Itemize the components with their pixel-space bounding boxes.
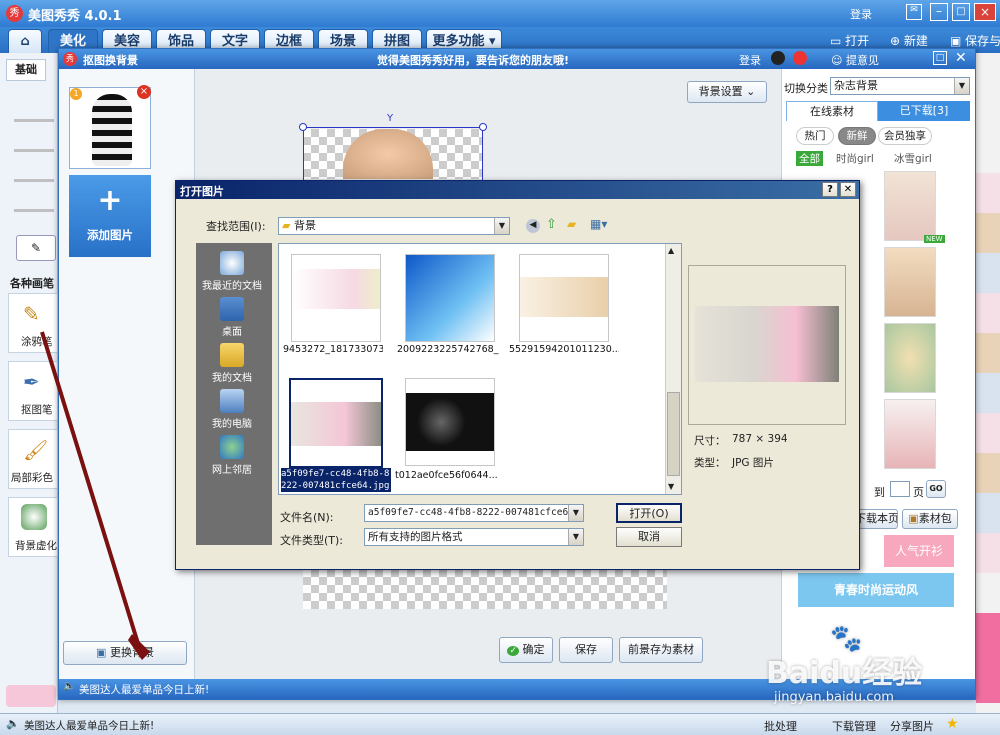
blue-wave-preview [406,255,494,341]
scroll-up-icon[interactable]: ▲ [668,246,674,255]
file-thumb[interactable] [405,378,495,466]
file-label[interactable]: t012ae0fce56f0644... [395,470,501,481]
dialog-titlebar: 打开图片 ? ✕ [176,181,859,199]
watermark-brand: Baidu经验 [766,656,923,691]
dialog-close-button[interactable]: ✕ [840,182,856,197]
place-desktop[interactable]: 桌面 [196,297,268,338]
type-label: 类型： [694,457,726,469]
filename-label: 文件名(N): [280,511,334,524]
new-folder-icon[interactable]: ▰ [567,217,576,231]
baidu-watermark: 🐾 Baidu经验 jingyan.baidu.com [766,624,966,714]
filename-combo[interactable]: a5f09fe7-cc48-4fb8-8222-007481cfce64.jpg… [364,504,584,522]
network-icon [220,435,244,459]
file-label[interactable]: 2009223225742768_... [397,344,499,355]
folder-icon: ▰ [282,219,291,232]
filetype-select[interactable]: 所有支持的图片格式 ▼ [364,528,584,546]
scroll-down-icon[interactable]: ▼ [668,482,674,491]
cancel-file-button[interactable]: 取消 [616,527,682,547]
size-label: 尺寸： [694,435,726,447]
place-my-computer[interactable]: 我的电脑 [196,389,268,430]
place-documents-label: 我的文档 [212,373,252,384]
place-desktop-label: 桌面 [222,327,242,338]
cherry-blossom-preview [292,269,380,309]
file-thumb-selected[interactable] [289,378,383,468]
up-folder-icon[interactable]: ⇧ [546,217,557,232]
help-button[interactable]: ? [822,182,838,197]
filetype-value: 所有支持的图片格式 [368,531,463,543]
file-label[interactable]: 9453272_181733073... [283,344,383,355]
desktop-icon [220,297,244,321]
dark-moon-preview [406,393,494,451]
place-computer-label: 我的电脑 [212,419,252,430]
file-thumb[interactable] [519,254,609,342]
file-thumb[interactable] [291,254,381,342]
my-computer-icon [220,389,244,413]
place-network[interactable]: 网上邻居 [196,435,268,476]
dialog-title: 打开图片 [180,185,224,198]
preview-image [695,306,839,382]
file-label[interactable]: 55291594201011230... [509,344,619,355]
preview-pane [688,265,846,425]
chevron-down-icon: ▼ [568,505,583,521]
look-in-select[interactable]: ▰ 背景 ▼ [278,217,510,235]
places-bar: 我最近的文档 桌面 我的文档 我的电脑 网上邻居 [196,243,272,545]
place-network-label: 网上邻居 [212,465,252,476]
recent-docs-icon [220,251,244,275]
look-in-label: 查找范围(I): [206,220,266,233]
open-image-dialog: 打开图片 ? ✕ 查找范围(I): ▰ 背景 ▼ ◀ ⇧ ▰ ▦▾ 我最近的文档 … [175,180,860,570]
ink-landscape-preview [291,402,381,446]
file-thumb[interactable] [405,254,495,342]
chevron-down-icon: ▼ [568,529,583,545]
file-list-scrollbar[interactable]: ▲ ▼ [665,244,681,494]
my-documents-icon [220,343,244,367]
place-recent[interactable]: 我最近的文档 [196,251,268,292]
type-value: JPG 图片 [732,457,774,469]
filetype-label: 文件类型(T): [280,534,344,547]
view-menu-icon[interactable]: ▦▾ [590,217,607,231]
chevron-down-icon: ▼ [494,218,509,234]
watermark-url: jingyan.baidu.com [774,690,894,705]
selected-file-label[interactable]: a5f09fe7-cc48-4fb8-8222-007481cfce64.jpg [281,468,391,492]
floral-sketch-preview [520,277,608,317]
scroll-thumb[interactable] [667,392,680,476]
place-recent-label: 我最近的文档 [202,281,262,292]
place-my-documents[interactable]: 我的文档 [196,343,268,384]
file-list: 9453272_181733073... 2009223225742768_..… [278,243,682,495]
filename-value: a5f09fe7-cc48-4fb8-8222-007481cfce64.jpg [368,507,584,518]
open-file-button[interactable]: 打开(O) [616,503,682,523]
back-icon[interactable]: ◀ [526,219,540,233]
size-value: 787 × 394 [732,433,788,445]
look-in-value: 背景 [293,219,316,232]
